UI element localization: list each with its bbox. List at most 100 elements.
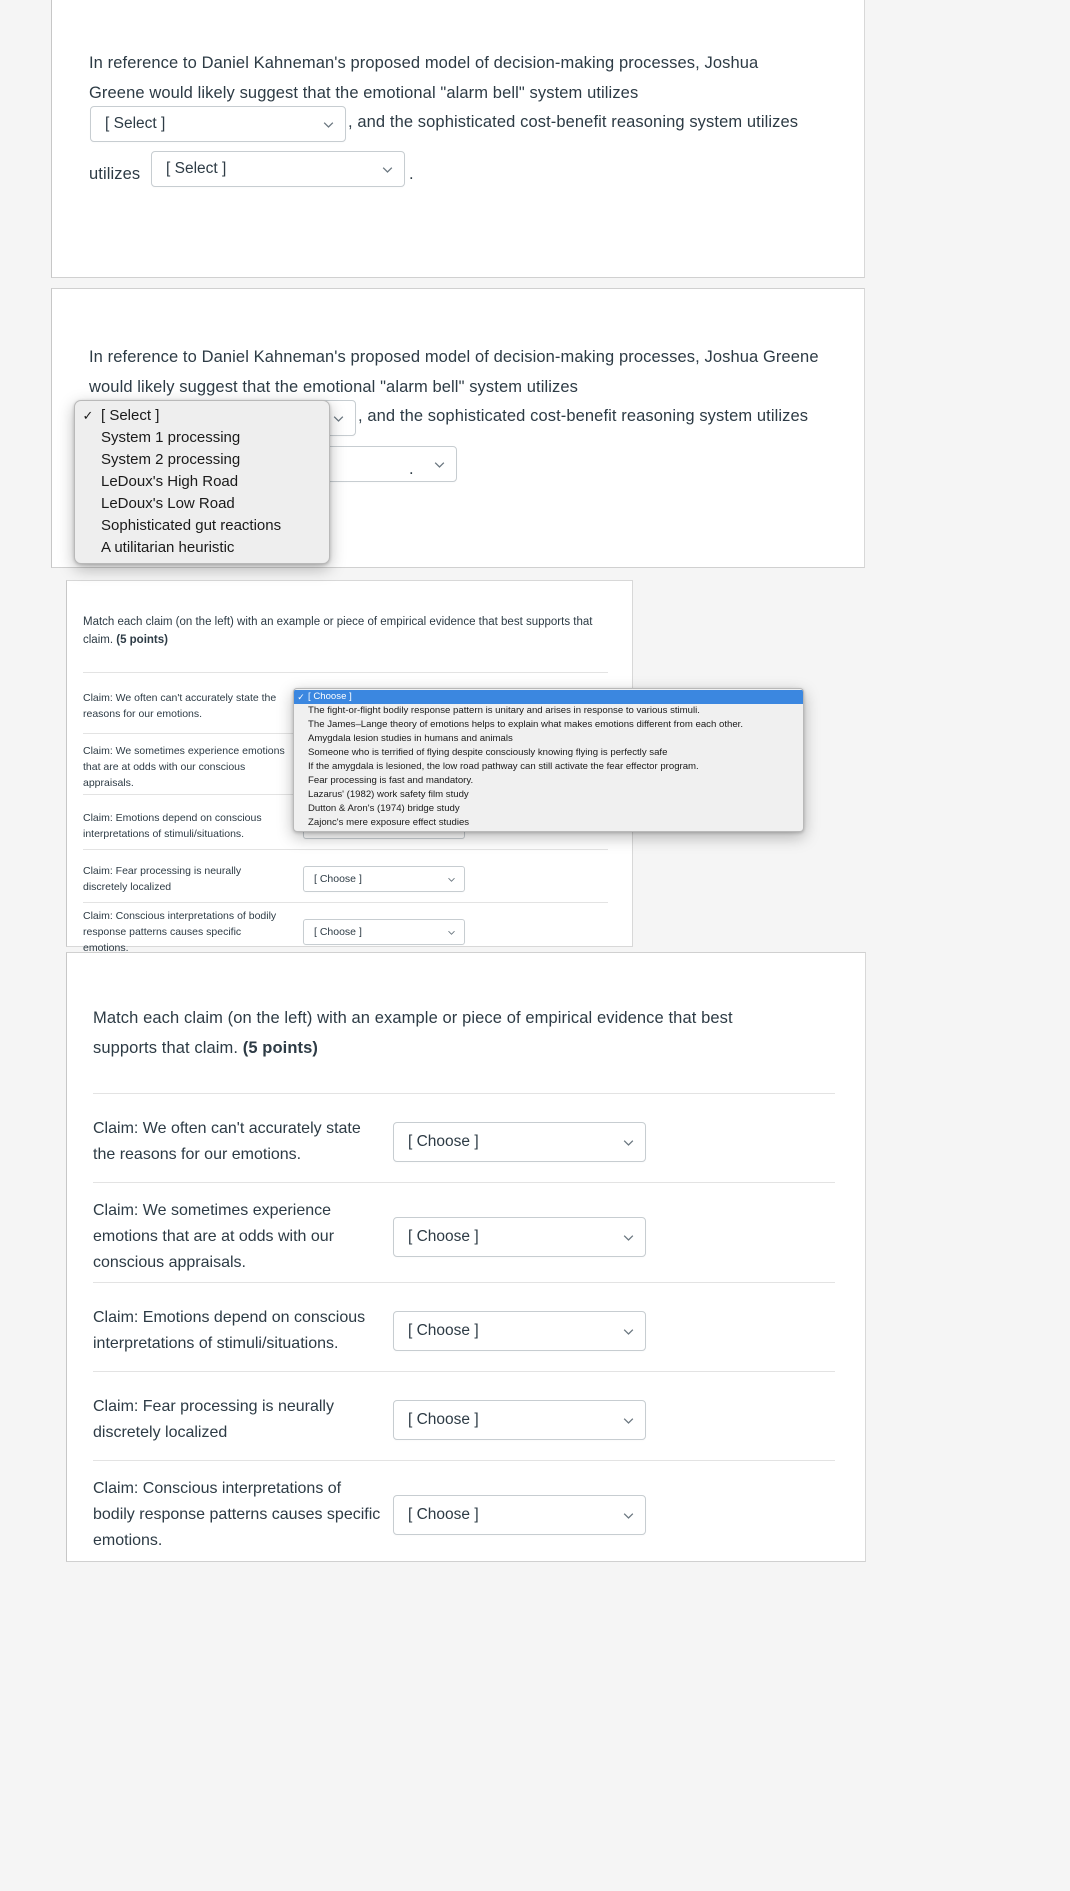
question-text-part1: In reference to Daniel Kahneman's propos… [89,54,759,102]
dropdown-option-selected[interactable]: ✓ [ Choose ] [294,690,803,704]
row-divider [93,1371,835,1372]
dropdown-option[interactable]: The fight-or-flight bodily response patt… [294,704,803,718]
chevron-down-icon [381,163,394,176]
select-evidence-large-5-value: [ Choose ] [408,1506,479,1523]
question-text-part2-wrap: , and the sophisticated cost-benefit rea… [348,107,818,137]
claim-label: Claim: Fear processing is neurally discr… [83,865,242,893]
dropdown-menu-evidence[interactable]: ✓ [ Choose ] The fight-or-flight bodily … [293,688,804,832]
select-reasoning-value: [ Select ] [166,160,227,177]
dropdown-option-label: [ Select ] [101,407,160,424]
chevron-down-icon [622,1136,635,1149]
select-evidence-4[interactable]: [ Choose ] [303,866,465,892]
matching-row: Claim: Emotions depend on conscious inte… [93,1292,835,1370]
chevron-down-icon [622,1414,635,1427]
checkmark-icon: ✓ [297,692,305,702]
claim-label: Claim: Emotions depend on conscious inte… [83,812,262,840]
chevron-down-icon [332,412,345,425]
select-reasoning-system[interactable]: [ Select ] [151,151,405,187]
select-evidence-4-value: [ Choose ] [314,873,362,885]
question-text-part3: . [409,165,414,183]
dropdown-option[interactable]: Amygdala lesion studies in humans and an… [294,732,803,746]
dropdown-option-label: Someone who is terrified of flying despi… [308,747,668,758]
question-text-utilizes-label: utilizes [89,165,141,183]
dropdown-option-label: Lazarus' (1982) work safety film study [308,789,469,800]
dropdown-menu-kahneman[interactable]: ✓ [ Select ] System 1 processing System … [74,400,330,564]
select-alarm-bell-value: [ Select ] [105,115,166,132]
dropdown-option[interactable]: Someone who is terrified of flying despi… [294,746,803,760]
select-evidence-large-1[interactable]: [ Choose ] [393,1122,646,1162]
dropdown-option-label: Dutton & Aron's (1974) bridge study [308,803,460,814]
row-divider [83,849,608,850]
matching-row: Claim: Conscious interpretations of bodi… [83,909,608,955]
chevron-down-icon [622,1509,635,1522]
select-evidence-5-value: [ Choose ] [314,926,362,938]
question-text-part2: , and the sophisticated cost-benefit rea… [348,113,799,131]
claim-label: Claim: Conscious interpretations of bodi… [93,1480,381,1549]
dropdown-option[interactable]: Fear processing is fast and mandatory. [294,774,803,788]
select-evidence-large-1-value: [ Choose ] [408,1133,479,1150]
screenshot-page: In reference to Daniel Kahneman's propos… [0,0,1070,1891]
dropdown-option-label: If the amygdala is lesioned, the low roa… [308,761,699,772]
question-prompt-kahneman-open: In reference to Daniel Kahneman's propos… [89,348,819,396]
claim-label: Claim: We sometimes experience emotions … [83,745,285,789]
checkmark-icon: ✓ [82,408,94,423]
question-panel-kahneman-closed: In reference to Daniel Kahneman's propos… [51,0,865,278]
row-divider [83,902,608,903]
dropdown-option-label: The fight-or-flight bodily response patt… [308,705,700,716]
dropdown-option[interactable]: Dutton & Aron's (1974) bridge study [294,802,803,816]
dropdown-option[interactable]: LeDoux's Low Road [75,493,329,515]
dropdown-option[interactable]: Lazarus' (1982) work safety film study [294,788,803,802]
chevron-down-icon [433,458,446,471]
dropdown-option[interactable]: LeDoux's High Road [75,471,329,493]
matching-prompt-points: (5 points) [242,1039,318,1057]
select-evidence-large-3[interactable]: [ Choose ] [393,1311,646,1351]
dropdown-option[interactable]: System 2 processing [75,449,329,471]
select-evidence-large-4-value: [ Choose ] [408,1411,479,1428]
claim-label: Claim: Fear processing is neurally discr… [93,1398,334,1441]
matching-prompt-compact: Match each claim (on the left) with an e… [83,613,608,649]
matching-prompt-text: Match each claim (on the left) with an e… [93,1009,733,1057]
chevron-down-icon [322,118,335,131]
chevron-down-icon [447,928,456,937]
chevron-down-icon [447,875,456,884]
question-prompt-kahneman: In reference to Daniel Kahneman's propos… [89,48,814,108]
claim-label: Claim: We often can't accurately state t… [93,1120,361,1163]
matching-row: Claim: Fear processing is neurally discr… [83,856,608,902]
question-panel-matching-large: Match each claim (on the left) with an e… [66,952,866,1562]
dropdown-option-label: System 2 processing [101,451,241,468]
matching-prompt-large: Match each claim (on the left) with an e… [93,1003,793,1063]
matching-row: Claim: Fear processing is neurally discr… [93,1381,835,1459]
matching-row: Claim: We sometimes experience emotions … [93,1192,835,1282]
dropdown-option-label: Sophisticated gut reactions [101,517,282,534]
dropdown-option[interactable]: Zajonc's mere exposure effect studies [294,816,803,830]
select-evidence-large-2[interactable]: [ Choose ] [393,1217,646,1257]
row-divider [83,672,608,673]
dropdown-option[interactable]: System 1 processing [75,427,329,449]
dropdown-option[interactable]: If the amygdala is lesioned, the low roa… [294,760,803,774]
dropdown-option-label: Zajonc's mere exposure effect studies [308,817,470,828]
row-divider [93,1182,835,1183]
select-evidence-large-2-value: [ Choose ] [408,1228,479,1245]
select-evidence-5[interactable]: [ Choose ] [303,919,465,945]
claim-label: Claim: We often can't accurately state t… [83,692,277,720]
select-evidence-large-5[interactable]: [ Choose ] [393,1495,646,1535]
claim-label: Claim: Conscious interpretations of bodi… [83,910,277,954]
dropdown-option-label: LeDoux's Low Road [101,495,235,512]
row-divider [93,1093,835,1094]
dropdown-option[interactable]: Sophisticated gut reactions [75,515,329,537]
matching-prompt-points: (5 points) [116,634,168,646]
dropdown-option-label: A utilitarian heuristic [101,539,235,556]
dropdown-option[interactable]: The James–Lange theory of emotions helps… [294,718,803,732]
matching-row: Claim: Conscious interpretations of bodi… [93,1470,835,1560]
dropdown-option[interactable]: A utilitarian heuristic [75,537,329,559]
row-divider [93,1282,835,1283]
chevron-down-icon [622,1231,635,1244]
question-text-part2-open: , and the sophisticated cost-benefit rea… [358,407,809,425]
dropdown-option-label: The James–Lange theory of emotions helps… [308,719,743,730]
dropdown-option-label: Amygdala lesion studies in humans and an… [308,733,513,744]
chevron-down-icon [622,1325,635,1338]
dropdown-option[interactable]: ✓ [ Select ] [75,405,329,427]
select-evidence-large-4[interactable]: [ Choose ] [393,1400,646,1440]
select-alarm-bell-system[interactable]: [ Select ] [90,106,346,142]
dropdown-option-label: System 1 processing [101,429,241,446]
